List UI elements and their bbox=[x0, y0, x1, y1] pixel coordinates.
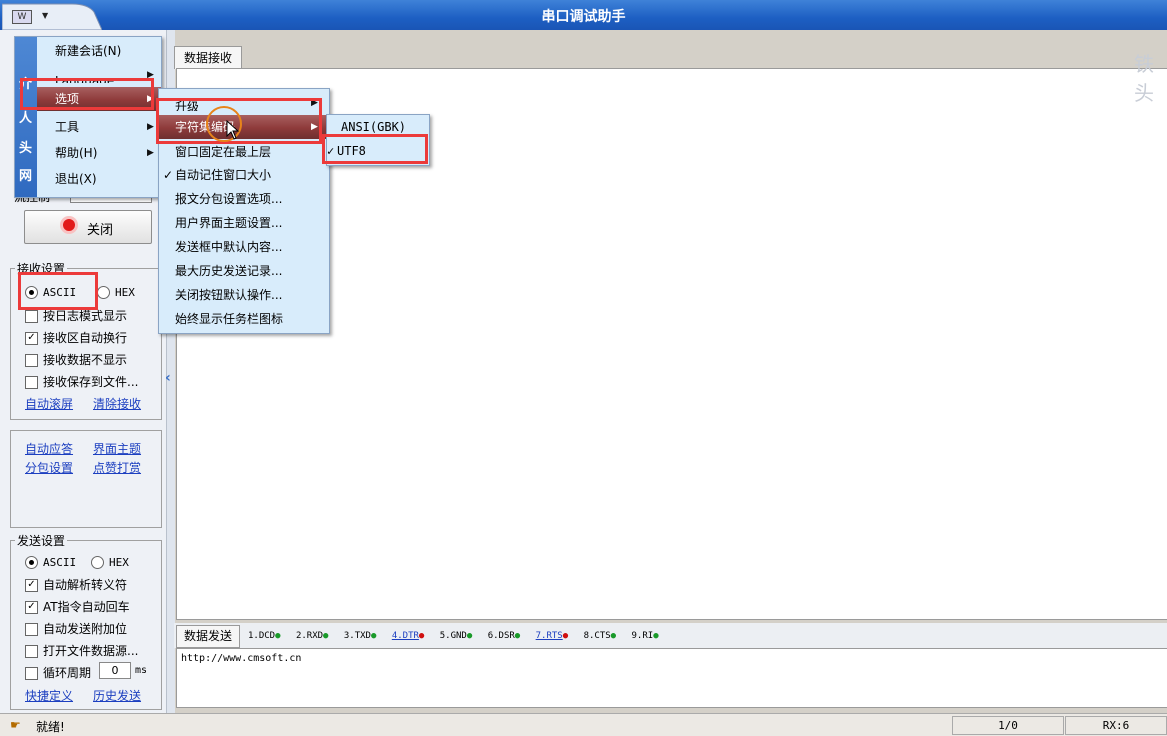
tip-link[interactable]: 点赞打赏 bbox=[93, 459, 141, 476]
annotation-box-ascii bbox=[18, 272, 98, 310]
mouse-cursor-icon bbox=[226, 120, 240, 140]
status-text: 就绪! bbox=[36, 720, 65, 734]
menu-item-close-action[interactable]: 关闭按钮默认操作... bbox=[159, 283, 329, 307]
led-green-icon: ● bbox=[610, 631, 617, 641]
led-green-icon: ● bbox=[514, 631, 521, 641]
window-title: 串口调试助手 bbox=[541, 9, 626, 25]
annotation-box-options bbox=[20, 78, 154, 110]
history-send-link[interactable]: 历史发送 bbox=[93, 687, 141, 704]
menu-item-default-content[interactable]: 发送框中默认内容... bbox=[159, 235, 329, 259]
signal-rts[interactable]: 7.RTS● bbox=[536, 631, 569, 641]
packet-settings-link[interactable]: 分包设置 bbox=[25, 459, 73, 476]
led-green-icon: ● bbox=[323, 631, 329, 641]
status-tx-count: 1/0 bbox=[952, 716, 1064, 735]
menu-item-taskbar-icon[interactable]: 始终显示任务栏图标 bbox=[159, 307, 329, 331]
chevron-right-icon: ▶ bbox=[147, 148, 154, 158]
send-textarea[interactable]: http://www.cmsoft.cn bbox=[176, 648, 1167, 708]
receive-option-hide-data[interactable]: 接收数据不显示 bbox=[25, 351, 127, 368]
send-option-at-cr[interactable]: ✓ AT指令自动回车 bbox=[25, 598, 130, 615]
cycle-period-input[interactable]: 0 bbox=[99, 662, 131, 679]
close-port-button[interactable]: 关闭 bbox=[24, 210, 152, 244]
send-option-append[interactable]: 自动发送附加位 bbox=[25, 620, 127, 637]
app-menu: 介 人 头 网 新建会话(N) Language ▶ 选项 ▶ 工具 ▶ 帮助(H) ▶… bbox=[14, 36, 162, 198]
clear-receive-link[interactable]: 清除接收 bbox=[93, 395, 141, 412]
signal-cts: 8.CTS● bbox=[583, 631, 617, 641]
menu-item-theme[interactable]: 用户界面主题设置... bbox=[159, 211, 329, 235]
receive-hex-radio[interactable]: HEX bbox=[97, 285, 135, 299]
signal-rxd: 2.RXD● bbox=[295, 631, 329, 641]
checkbox-icon bbox=[25, 354, 38, 367]
status-rx-count: RX:6 bbox=[1065, 716, 1167, 735]
collapse-arrow-icon[interactable]: ‹ bbox=[165, 370, 171, 386]
title-bar: 串口调试助手 W ▼ bbox=[0, 0, 1167, 30]
led-red-icon: ● bbox=[418, 631, 425, 641]
status-led-icon bbox=[63, 219, 75, 231]
checkbox-checked-icon: ✓ bbox=[25, 332, 38, 345]
radio-selected-icon bbox=[25, 556, 38, 569]
send-hex-radio[interactable]: HEX bbox=[91, 555, 129, 569]
signal-dsr: 6.DSR● bbox=[487, 631, 521, 641]
app-menu-button[interactable]: W ▼ bbox=[2, 2, 102, 30]
radio-icon bbox=[97, 286, 110, 299]
checkbox-icon bbox=[25, 645, 38, 658]
menu-item-remember-size[interactable]: ✓ 自动记住窗口大小 bbox=[159, 163, 329, 187]
status-icon: ☛ bbox=[10, 718, 21, 732]
checkbox-icon bbox=[25, 667, 38, 680]
auto-reply-link[interactable]: 自动应答 bbox=[25, 440, 73, 457]
ui-theme-link[interactable]: 界面主题 bbox=[93, 440, 141, 457]
tab-receive[interactable]: 数据接收 bbox=[174, 46, 242, 69]
status-bar: ☛ 就绪! 1/0 RX:6 bbox=[0, 713, 1167, 736]
chevron-right-icon: ▶ bbox=[147, 122, 154, 132]
send-option-escape[interactable]: ✓ 自动解析转义符 bbox=[25, 576, 127, 593]
menu-item-max-history[interactable]: 最大历史发送记录... bbox=[159, 259, 329, 283]
shortcut-define-link[interactable]: 快捷定义 bbox=[25, 687, 73, 704]
app-icon: W bbox=[12, 10, 32, 24]
signal-dcd: 1.DCD● bbox=[248, 631, 281, 641]
check-icon: ✓ bbox=[163, 168, 174, 182]
send-text: http://www.cmsoft.cn bbox=[181, 653, 302, 664]
close-button-label: 关闭 bbox=[87, 223, 114, 238]
tab-send[interactable]: 数据发送 bbox=[176, 625, 240, 648]
extra-links-group: 自动应答 界面主题 分包设置 点赞打赏 bbox=[10, 430, 162, 528]
checkbox-icon bbox=[25, 623, 38, 636]
menu-item-packet-options[interactable]: 报文分包设置选项... bbox=[159, 187, 329, 211]
watermark: 铁头 bbox=[1134, 52, 1154, 105]
signal-dtr[interactable]: 4.DTR● bbox=[392, 631, 425, 641]
signal-gnd: 5.GND● bbox=[439, 631, 473, 641]
led-green-icon: ● bbox=[370, 631, 377, 641]
chevron-down-icon: ▼ bbox=[42, 11, 49, 20]
menu-item-tools[interactable]: 工具 ▶ bbox=[15, 115, 161, 139]
menu-item-new-session[interactable]: 新建会话(N) bbox=[15, 39, 161, 63]
signal-indicators: 1.DCD● 2.RXD● 3.TXD● 4.DTR● 5.GND● 6.DSR… bbox=[248, 631, 669, 641]
annotation-box-utf8 bbox=[322, 134, 428, 164]
send-option-cycle[interactable]: 循环周期 bbox=[25, 664, 91, 681]
menu-item-help[interactable]: 帮助(H) ▶ bbox=[15, 141, 161, 165]
signal-ri: 9.RI● bbox=[631, 631, 659, 641]
receive-option-save-file[interactable]: 接收保存到文件... bbox=[25, 373, 138, 390]
send-settings-group: 发送设置 ASCII HEX ✓ 自动解析转义符 ✓ AT指令自动回车 自动发送附加… bbox=[10, 532, 162, 710]
auto-scroll-link[interactable]: 自动滚屏 bbox=[25, 395, 73, 412]
checkbox-icon bbox=[25, 376, 38, 389]
checkbox-icon bbox=[25, 310, 38, 323]
menu-item-exit[interactable]: 退出(X) bbox=[15, 167, 161, 191]
send-settings-title: 发送设置 bbox=[15, 532, 68, 549]
led-green-icon: ● bbox=[653, 631, 659, 641]
receive-option-auto-wrap[interactable]: ✓ 接收区自动换行 bbox=[25, 329, 127, 346]
checkbox-checked-icon: ✓ bbox=[25, 601, 38, 614]
send-ascii-radio[interactable]: ASCII bbox=[25, 555, 76, 569]
led-green-icon: ● bbox=[275, 631, 281, 641]
signal-txd: 3.TXD● bbox=[343, 631, 377, 641]
led-green-icon: ● bbox=[466, 631, 473, 641]
radio-icon bbox=[91, 556, 104, 569]
cycle-unit: ms bbox=[135, 665, 148, 676]
send-option-file-source[interactable]: 打开文件数据源... bbox=[25, 642, 138, 659]
checkbox-checked-icon: ✓ bbox=[25, 579, 38, 592]
led-red-icon: ● bbox=[562, 631, 569, 641]
